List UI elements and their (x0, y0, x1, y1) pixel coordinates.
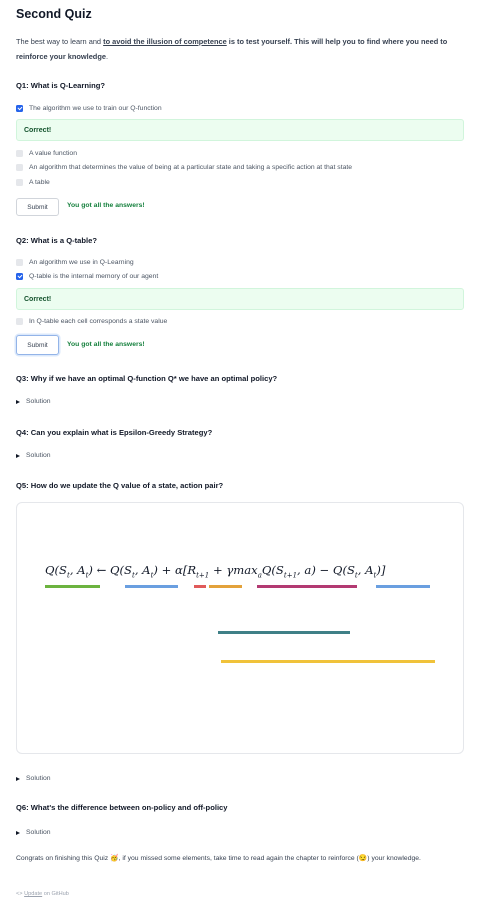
disclosure-triangle-icon (16, 399, 20, 404)
checkbox-unchecked[interactable] (16, 318, 23, 325)
outro-paragraph: Congrats on finishing this Quiz 🥳, if yo… (16, 855, 421, 862)
q-update-formula: Q(St, At) ← Q(St, At) + α[Rt+1 + γmaxaQ(… (45, 563, 386, 580)
learning-rate-underline (194, 585, 206, 588)
td-target-bar (218, 631, 350, 634)
q2-option-3[interactable]: In Q-table each cell corresponds a state… (16, 318, 167, 325)
reward-underline (209, 585, 242, 588)
q-update-formula-figure (16, 502, 464, 754)
illusion-of-competence-link[interactable]: to avoid the illusion of competence (103, 37, 227, 46)
question-1: Q1: What is Q-Learning? (16, 81, 106, 90)
question-4: Q4: Can you explain what is Epsilon-Gree… (16, 428, 213, 437)
q4-solution-toggle[interactable]: Solution (16, 452, 51, 459)
q1-option-4[interactable]: A table (16, 179, 50, 186)
q1-submit-button[interactable]: Submit (16, 198, 59, 216)
q1-option-2[interactable]: A value function (16, 150, 77, 157)
disclosure-triangle-icon (16, 776, 20, 781)
q1-result-text: You got all the answers! (67, 202, 145, 209)
checkbox-checked[interactable] (16, 105, 23, 112)
q2-option-2[interactable]: Q-table is the internal memory of our ag… (16, 273, 158, 280)
q2-option-1[interactable]: An algorithm we use in Q-Learning (16, 259, 134, 266)
q1-option-3[interactable]: An algorithm that determines the value o… (16, 164, 352, 171)
page-title: Second Quiz (16, 7, 92, 21)
current-q-underline-2 (125, 585, 178, 588)
update-link[interactable]: Update (24, 891, 42, 897)
q3-solution-toggle[interactable]: Solution (16, 398, 51, 405)
q1-feedback-correct: Correct! (16, 119, 464, 141)
checkbox-unchecked[interactable] (16, 259, 23, 266)
checkbox-unchecked[interactable] (16, 164, 23, 171)
party-emoji-icon: 🥳 (110, 855, 119, 862)
question-3: Q3: Why if we have an optimal Q-function… (16, 374, 278, 383)
q5-solution-toggle[interactable]: Solution (16, 775, 51, 782)
disclosure-triangle-icon (16, 830, 20, 835)
discounted-max-q-underline (257, 585, 357, 588)
intro-paragraph: The best way to learn and to avoid the i… (16, 37, 448, 61)
question-6: Q6: What's the difference between on-pol… (16, 803, 228, 812)
update-on-github: <> Update on GitHub (16, 891, 69, 897)
question-2: Q2: What is a Q-table? (16, 236, 98, 245)
quiz-page: Second Quiz The best way to learn and to… (0, 0, 477, 909)
q1-option-1[interactable]: The algorithm we use to train our Q-func… (16, 105, 162, 112)
checkbox-checked[interactable] (16, 273, 23, 280)
code-icon: <> (16, 891, 23, 897)
checkbox-unchecked[interactable] (16, 179, 23, 186)
question-5: Q5: How do we update the Q value of a st… (16, 481, 224, 490)
q6-solution-toggle[interactable]: Solution (16, 829, 51, 836)
current-q-underline (45, 585, 100, 588)
disclosure-triangle-icon (16, 453, 20, 458)
checkbox-unchecked[interactable] (16, 150, 23, 157)
q2-feedback-correct: Correct! (16, 288, 464, 310)
q2-result-text: You got all the answers! (67, 341, 145, 348)
current-q-underline-3 (376, 585, 430, 588)
td-error-bar (221, 660, 435, 663)
q2-submit-button[interactable]: Submit (16, 335, 59, 355)
